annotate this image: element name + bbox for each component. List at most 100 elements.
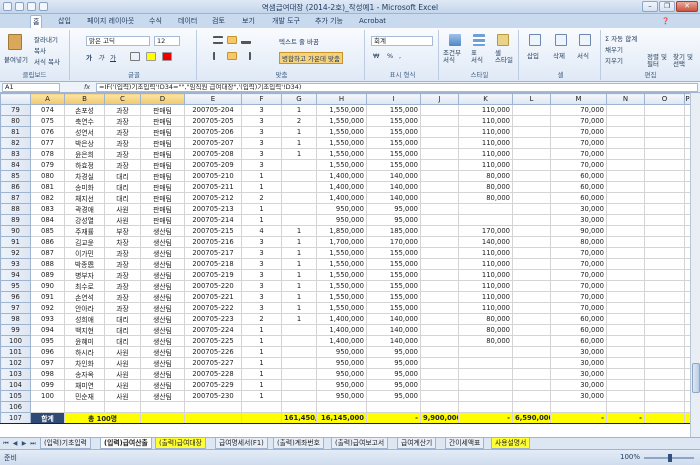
cell-g[interactable]: [281, 357, 317, 369]
align-right-icon[interactable]: [241, 52, 251, 60]
font-color-icon[interactable]: [162, 52, 172, 61]
cell-o[interactable]: [644, 379, 685, 391]
cell-m[interactable]: 30,000: [550, 368, 607, 380]
cell-l[interactable]: [512, 159, 551, 171]
cell-o[interactable]: [644, 401, 685, 413]
cell-e[interactable]: 200705-230: [184, 390, 242, 402]
cell-m[interactable]: 70,000: [550, 302, 607, 314]
cell-g[interactable]: 1: [281, 148, 317, 160]
cell-i[interactable]: 170,000: [366, 236, 421, 248]
autosum-button[interactable]: Σ 자동 합계: [605, 33, 637, 43]
cell-k[interactable]: [458, 346, 513, 358]
cell-m[interactable]: 70,000: [550, 247, 607, 259]
cell-a[interactable]: 075: [30, 115, 65, 127]
delete-cells-icon[interactable]: [555, 34, 567, 46]
cell-b[interactable]: 민순재: [64, 390, 105, 402]
cell-d[interactable]: 판매팀: [140, 203, 185, 215]
cell-g[interactable]: 1: [281, 104, 317, 116]
cell-c[interactable]: 과장: [104, 247, 141, 259]
cell-g[interactable]: 1: [281, 313, 317, 325]
cell-f[interactable]: 3: [241, 269, 282, 281]
cell-l[interactable]: [512, 115, 551, 127]
prev-sheet-icon[interactable]: ◀: [11, 439, 19, 448]
cell-a[interactable]: 077: [30, 137, 65, 149]
cell-c[interactable]: 사원: [104, 379, 141, 391]
row-header[interactable]: 107: [0, 412, 31, 424]
cell-c[interactable]: 대리: [104, 192, 141, 204]
cell-g[interactable]: 1: [281, 126, 317, 138]
align-center-icon[interactable]: [227, 52, 237, 60]
cell-o[interactable]: [644, 148, 685, 160]
italic-button[interactable]: 가: [98, 52, 104, 62]
cell-h[interactable]: 1,550,000: [316, 258, 367, 270]
cell-o[interactable]: [644, 104, 685, 116]
cell-d[interactable]: 생산팀: [140, 346, 185, 358]
cell-d[interactable]: 판매팀: [140, 181, 185, 193]
align-left-icon[interactable]: [213, 52, 223, 60]
cell-i[interactable]: 95,000: [366, 214, 421, 226]
cell-d[interactable]: 생산팀: [140, 302, 185, 314]
cell-g[interactable]: [281, 401, 317, 413]
cell-e[interactable]: 200705-210: [184, 170, 242, 182]
cell-f[interactable]: 3: [241, 115, 282, 127]
select-all-corner[interactable]: [0, 93, 31, 105]
cell-n[interactable]: [606, 368, 645, 380]
align-middle-icon[interactable]: [227, 36, 237, 44]
cell-b[interactable]: 채지선: [64, 192, 105, 204]
cell-f[interactable]: 2: [241, 192, 282, 204]
number-format-box[interactable]: 회계: [371, 36, 433, 46]
cell-k[interactable]: [458, 379, 513, 391]
cell-b[interactable]: 차경실: [64, 170, 105, 182]
cell-i[interactable]: 140,000: [366, 181, 421, 193]
column-header-f[interactable]: F: [241, 93, 282, 105]
cell-k[interactable]: 110,000: [458, 137, 513, 149]
cell-m[interactable]: 30,000: [550, 390, 607, 402]
cell-a[interactable]: 088: [30, 258, 65, 270]
row-header[interactable]: 106: [0, 401, 31, 413]
sheet-tab[interactable]: 급여명세서(F1): [215, 438, 268, 449]
cell-c[interactable]: 과장: [104, 148, 141, 160]
cell-j[interactable]: [420, 302, 459, 314]
cell-g[interactable]: 1: [281, 225, 317, 237]
cell-d[interactable]: 판매팀: [140, 126, 185, 138]
cell-m[interactable]: 30,000: [550, 203, 607, 215]
cell-o[interactable]: [644, 258, 685, 270]
cell-f[interactable]: [241, 401, 282, 413]
cell-n[interactable]: [606, 203, 645, 215]
cell-d[interactable]: 생산팀: [140, 291, 185, 303]
cell-k[interactable]: [458, 401, 513, 413]
cell-a[interactable]: 090: [30, 280, 65, 292]
insert-cells-icon[interactable]: [529, 34, 541, 46]
cell-g[interactable]: [281, 192, 317, 204]
cell-d[interactable]: 판매팀: [140, 214, 185, 226]
cell-j[interactable]: [420, 324, 459, 336]
row-header[interactable]: 94: [0, 269, 31, 281]
cell-i[interactable]: 155,000: [366, 291, 421, 303]
cell-j[interactable]: [420, 247, 459, 259]
cell-n[interactable]: [606, 313, 645, 325]
cell-d[interactable]: 생산팀: [140, 247, 185, 259]
row-header[interactable]: 88: [0, 203, 31, 215]
cell-j[interactable]: [420, 313, 459, 325]
tab-insert[interactable]: 삽입: [56, 15, 73, 28]
cell-g[interactable]: 1: [281, 137, 317, 149]
column-header-o[interactable]: O: [644, 93, 685, 105]
cell-f[interactable]: 3: [241, 236, 282, 248]
cell-f[interactable]: 1: [241, 214, 282, 226]
cell-f[interactable]: 3: [241, 302, 282, 314]
cell-b[interactable]: 이가민: [64, 247, 105, 259]
cell-i[interactable]: 95,000: [366, 357, 421, 369]
cell-n[interactable]: [606, 236, 645, 248]
cell-f[interactable]: 1: [241, 379, 282, 391]
cell-n[interactable]: [606, 346, 645, 358]
cell-m[interactable]: 70,000: [550, 291, 607, 303]
total-k[interactable]: 9,900,000: [420, 412, 459, 424]
cell-d[interactable]: 생산팀: [140, 258, 185, 270]
cell-c[interactable]: 사원: [104, 390, 141, 402]
align-top-icon[interactable]: [213, 36, 223, 44]
cell-m[interactable]: 30,000: [550, 214, 607, 226]
row-header[interactable]: 103: [0, 368, 31, 380]
cell-g[interactable]: [241, 412, 282, 424]
cell-e[interactable]: 200705-213: [184, 203, 242, 215]
sheet-tab[interactable]: (입력)급여산출: [100, 438, 152, 449]
